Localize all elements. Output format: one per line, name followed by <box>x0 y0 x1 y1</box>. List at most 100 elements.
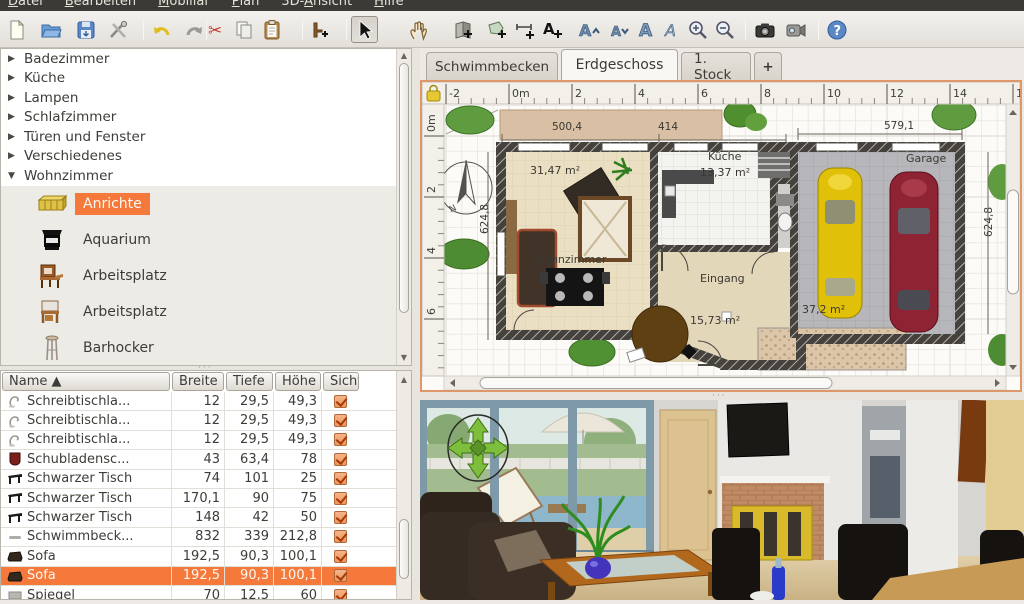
visible-checkbox[interactable] <box>334 550 347 563</box>
chevron-right-icon[interactable]: ▶ <box>8 151 18 161</box>
menu-mobiliar[interactable]: Mobiliar <box>158 0 210 11</box>
increase-text-size-button[interactable]: A <box>575 16 602 43</box>
yellow-car[interactable] <box>818 168 862 318</box>
save-plan-button[interactable] <box>72 16 99 43</box>
paste-button[interactable] <box>258 16 285 43</box>
cut-button[interactable]: ✂ <box>203 16 230 43</box>
category-badezimmer[interactable]: ▶Badezimmer <box>1 49 411 69</box>
catalog-item-aquarium[interactable]: Aquarium <box>1 222 411 258</box>
visible-checkbox[interactable] <box>334 472 347 485</box>
chevron-down-icon[interactable]: ▼ <box>8 171 18 181</box>
column-header-name[interactable]: Name ▲ <box>2 372 170 391</box>
visible-checkbox[interactable] <box>334 414 347 427</box>
staircase[interactable] <box>758 152 790 178</box>
level-tab-bar: SchwimmbeckenErdgeschoss1. Stock+ <box>420 48 1024 80</box>
category-schlafzimmer[interactable]: ▶Schlafzimmer <box>1 108 411 128</box>
add-level-tab[interactable]: + <box>754 52 782 80</box>
catalog-scrollbar[interactable]: ▲ ▼ <box>396 49 411 365</box>
plan-vertical-scrollbar[interactable] <box>1006 104 1020 376</box>
catalog-scroll-thumb[interactable] <box>399 63 409 313</box>
scroll-up-icon[interactable]: ▲ <box>397 51 411 61</box>
italic-button[interactable]: A <box>658 16 685 43</box>
catalog-item-arbeitsplatz[interactable]: Arbeitsplatz <box>1 294 411 330</box>
scroll-down-icon[interactable]: ▼ <box>397 353 411 363</box>
column-header-breite[interactable]: Breite <box>172 372 224 391</box>
visible-checkbox[interactable] <box>334 589 347 600</box>
panel-splitter[interactable] <box>412 48 420 600</box>
column-header-hhe[interactable]: Höhe <box>275 372 321 391</box>
catalog-item-barhocker[interactable]: Barhocker <box>1 330 411 366</box>
pan-tool-button[interactable] <box>404 16 431 43</box>
undo-button[interactable] <box>148 16 175 43</box>
catalog-item-anrichte[interactable]: Anrichte <box>1 186 411 222</box>
table-row[interactable]: Schreibtischla...1229,549,3 <box>1 431 397 450</box>
visible-checkbox[interactable] <box>334 492 347 505</box>
table-row[interactable]: Spiegel7012,560 <box>1 586 397 600</box>
chevron-right-icon[interactable]: ▶ <box>8 54 18 64</box>
video-button[interactable] <box>782 16 809 43</box>
new-plan-button[interactable] <box>3 16 30 43</box>
catalog-item-arbeitsplatz[interactable]: Arbeitsplatz <box>1 258 411 294</box>
category-wohnzimmer[interactable]: ▼Wohnzimmer <box>1 166 411 186</box>
menu-3d-ansicht[interactable]: 3D-Ansicht <box>281 0 352 11</box>
create-rooms-button[interactable] <box>483 16 510 43</box>
photo-button[interactable] <box>751 16 778 43</box>
category-lampen[interactable]: ▶Lampen <box>1 88 411 108</box>
table-row[interactable]: Schreibtischla...1229,549,3 <box>1 392 397 411</box>
red-car[interactable] <box>890 172 938 332</box>
bold-button[interactable]: A <box>632 16 659 43</box>
chevron-right-icon[interactable]: ▶ <box>8 132 18 142</box>
floor-plan-canvas[interactable]: N 500,4 414 579,1 624,8 624,8 31,47 m² W… <box>422 82 1020 390</box>
tab-1-stock[interactable]: 1. Stock <box>681 52 751 80</box>
menu-bearbeiten[interactable]: Bearbeiten <box>65 0 136 11</box>
chevron-right-icon[interactable]: ▶ <box>8 93 18 103</box>
visible-checkbox[interactable] <box>334 511 347 524</box>
table-row[interactable]: Sofa192,590,3100,1 <box>1 547 397 566</box>
column-header-tiefe[interactable]: Tiefe <box>226 372 273 391</box>
open-plan-button[interactable] <box>37 16 64 43</box>
chevron-right-icon[interactable]: ▶ <box>8 73 18 83</box>
category-verschiedenes[interactable]: ▶Verschiedenes <box>1 147 411 167</box>
help-button[interactable]: ? <box>823 16 850 43</box>
visible-checkbox[interactable] <box>334 453 347 466</box>
preferences-button[interactable] <box>104 16 131 43</box>
tab-schwimmbecken[interactable]: Schwimmbecken <box>426 52 558 80</box>
copy-button[interactable] <box>230 16 257 43</box>
3d-view[interactable] <box>420 400 1024 600</box>
column-header-sicht[interactable]: Sicht... <box>323 372 359 391</box>
category-t-ren-und-fenster[interactable]: ▶Türen und Fenster <box>1 127 411 147</box>
visible-checkbox[interactable] <box>334 569 347 582</box>
table-row[interactable]: Schwimmbeck...832339212,8 <box>1 528 397 547</box>
table-scroll-thumb[interactable] <box>399 519 409 579</box>
table-scrollbar[interactable]: ▲ <box>396 371 411 599</box>
cell-tiefe: 339 <box>224 528 273 546</box>
3d-canvas[interactable] <box>420 400 1024 600</box>
3d-navigation-arrows-icon[interactable] <box>448 415 508 481</box>
table-row[interactable]: Schwarzer Tisch7410125 <box>1 470 397 489</box>
table-row[interactable]: Schwarzer Tisch170,19075 <box>1 489 397 508</box>
zoom-out-button[interactable] <box>711 16 738 43</box>
visible-checkbox[interactable] <box>334 433 347 446</box>
zoom-in-button[interactable] <box>684 16 711 43</box>
category-k-che[interactable]: ▶Küche <box>1 69 411 89</box>
create-walls-button[interactable] <box>449 16 476 43</box>
decrease-text-size-button[interactable]: A <box>605 16 632 43</box>
table-row[interactable]: Schwarzer Tisch1484250 <box>1 508 397 527</box>
menu-datei[interactable]: Datei <box>8 0 43 11</box>
chevron-right-icon[interactable]: ▶ <box>8 112 18 122</box>
select-tool-button[interactable] <box>351 16 378 43</box>
create-texts-button[interactable]: A <box>538 16 565 43</box>
table-row[interactable]: Schubladensc...4363,478 <box>1 450 397 469</box>
menu-plan[interactable]: Plan <box>232 0 260 11</box>
table-row[interactable]: Sofa192,590,3100,1 <box>1 567 397 586</box>
create-dimensions-button[interactable] <box>511 16 538 43</box>
visible-checkbox[interactable] <box>334 530 347 543</box>
plan-view[interactable]: N 500,4 414 579,1 624,8 624,8 31,47 m² W… <box>420 80 1022 392</box>
plan-horizontal-scrollbar[interactable] <box>444 376 1006 390</box>
tab-erdgeschoss[interactable]: Erdgeschoss <box>561 49 678 80</box>
menu-hilfe[interactable]: Hilfe <box>374 0 404 11</box>
visible-checkbox[interactable] <box>334 395 347 408</box>
table-row[interactable]: Schreibtischla...1229,549,3 <box>1 411 397 430</box>
add-furniture-button[interactable] <box>305 16 332 43</box>
scroll-up-icon[interactable]: ▲ <box>397 375 411 385</box>
